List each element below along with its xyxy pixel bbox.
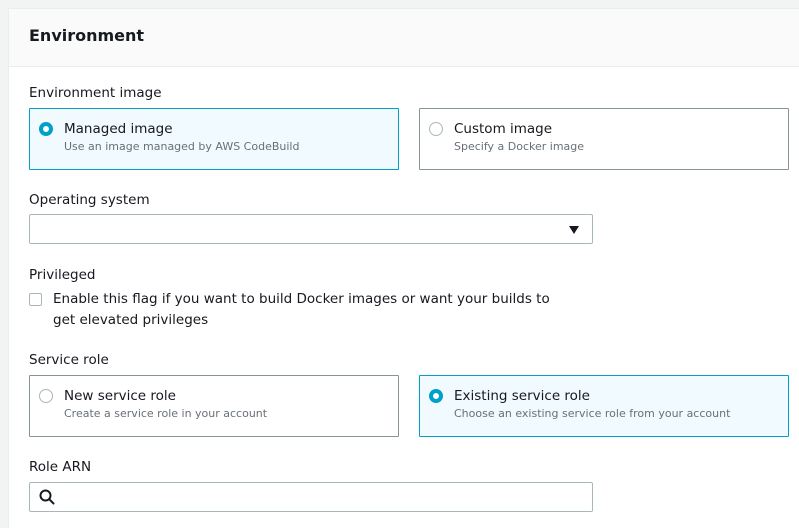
custom-image-title: Custom image [454, 121, 553, 137]
new-service-role-option[interactable]: New service role Create a service role i… [29, 375, 399, 437]
existing-service-role-radio[interactable] [429, 389, 443, 403]
new-service-role-radio[interactable] [39, 389, 53, 403]
environment-panel: Environment Environment image Managed im… [8, 8, 799, 528]
role-arn-input[interactable] [60, 486, 584, 510]
privileged-checkbox[interactable] [29, 293, 42, 306]
existing-service-role-description: Choose an existing service role from you… [454, 407, 731, 420]
custom-image-option[interactable]: Custom image Specify a Docker image [419, 108, 789, 170]
panel-title: Environment [29, 26, 145, 45]
privileged-label: Privileged [29, 267, 96, 283]
custom-image-description: Specify a Docker image [454, 140, 585, 153]
managed-image-radio[interactable] [39, 122, 53, 136]
managed-image-option[interactable]: Managed image Use an image managed by AW… [29, 108, 399, 170]
managed-image-description: Use an image managed by AWS CodeBuild [64, 140, 300, 153]
caret-down-icon [569, 226, 579, 234]
custom-image-radio[interactable] [429, 122, 443, 136]
existing-service-role-option[interactable]: Existing service role Choose an existing… [419, 375, 789, 437]
new-service-role-title: New service role [64, 388, 176, 404]
managed-image-title: Managed image [64, 121, 173, 137]
service-role-label: Service role [29, 352, 109, 368]
existing-service-role-title: Existing service role [454, 388, 590, 404]
role-arn-label: Role ARN [29, 459, 92, 475]
operating-system-select[interactable] [29, 214, 593, 244]
search-icon [39, 489, 55, 505]
environment-image-label: Environment image [29, 85, 162, 101]
role-arn-search[interactable] [29, 482, 593, 512]
privileged-checkbox-label[interactable]: Enable this flag if you want to build Do… [53, 289, 573, 331]
new-service-role-description: Create a service role in your account [64, 407, 268, 420]
operating-system-label: Operating system [29, 192, 150, 208]
panel-header: Environment [9, 9, 799, 67]
